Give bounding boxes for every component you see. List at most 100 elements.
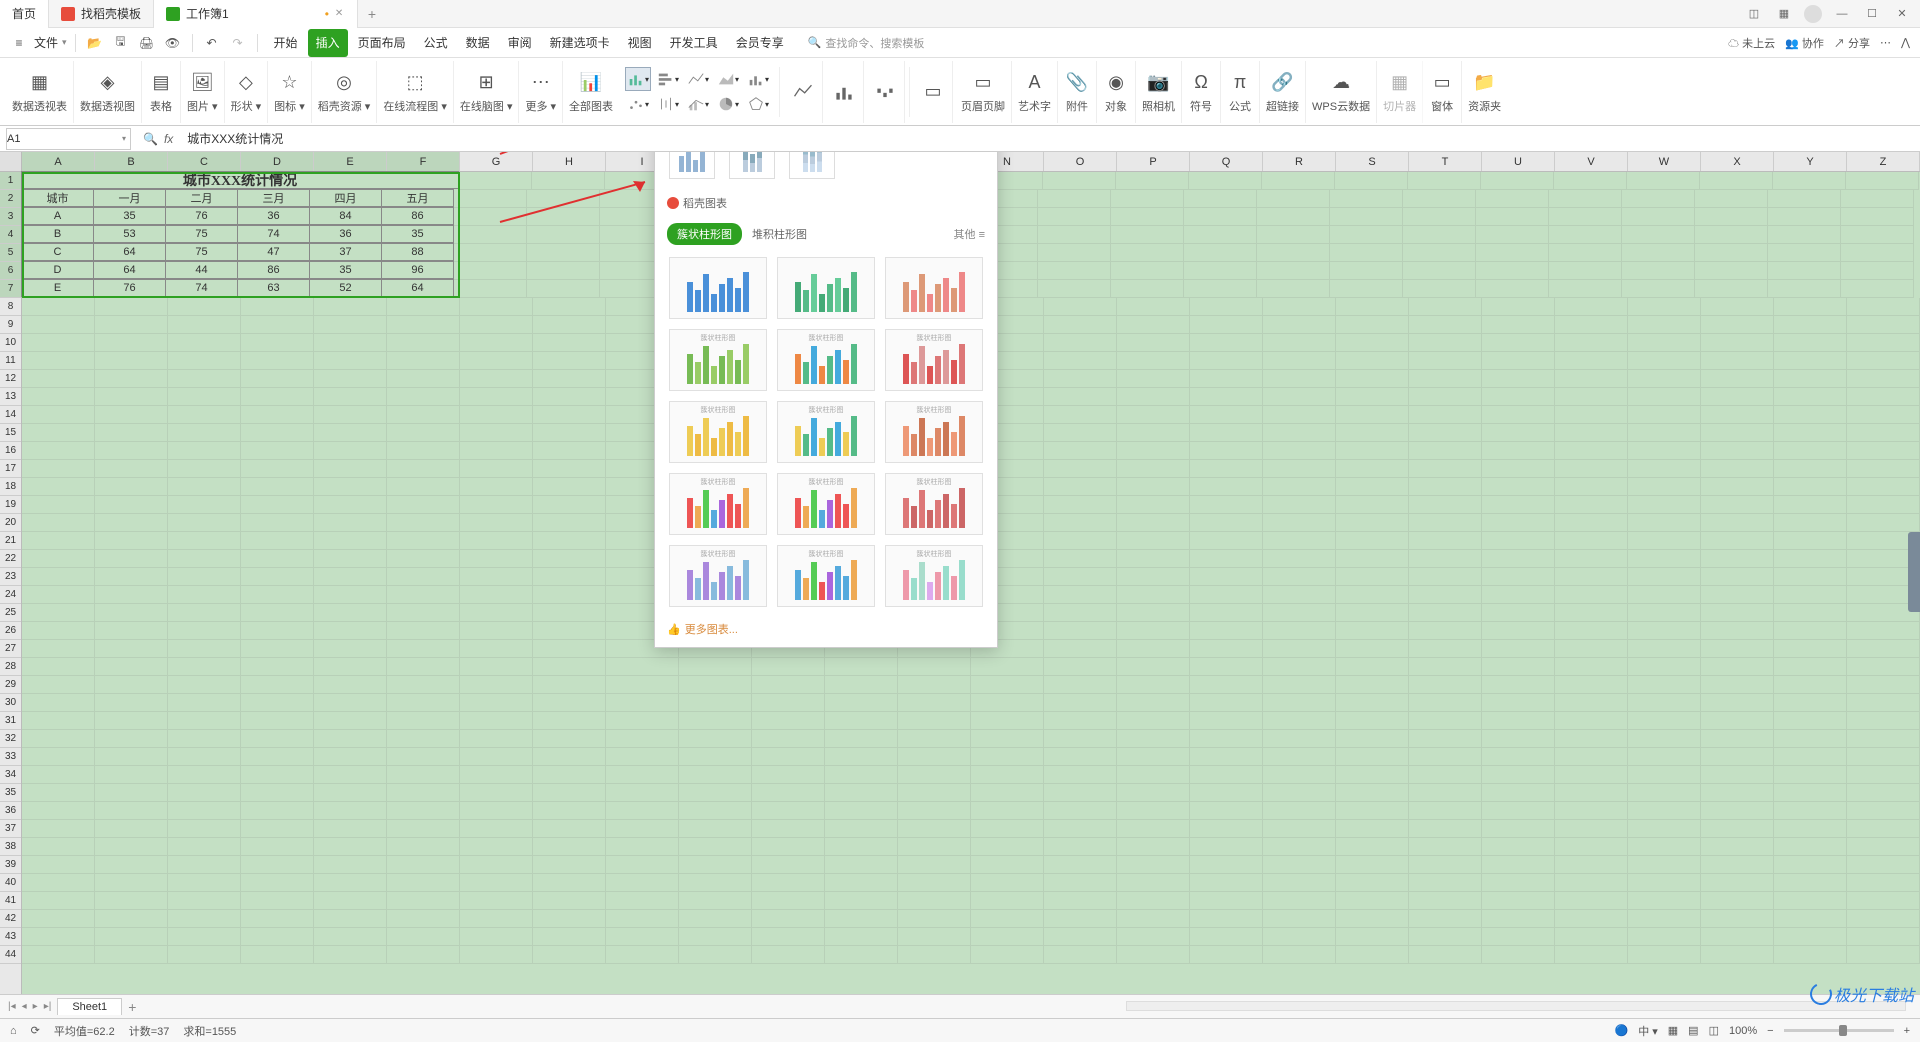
cell-D16[interactable] xyxy=(241,442,314,460)
cell-S35[interactable] xyxy=(1336,784,1409,802)
cell-G16[interactable] xyxy=(460,442,533,460)
cell-S16[interactable] xyxy=(1336,442,1409,460)
cell-V44[interactable] xyxy=(1555,946,1628,964)
cell-R28[interactable] xyxy=(1263,658,1336,676)
cell-N30[interactable] xyxy=(971,694,1044,712)
row-header-33[interactable]: 33 xyxy=(0,748,21,766)
cell-U39[interactable] xyxy=(1482,856,1555,874)
cell-B8[interactable] xyxy=(95,298,168,316)
cell-P42[interactable] xyxy=(1117,910,1190,928)
cell-P18[interactable] xyxy=(1117,478,1190,496)
cell-E10[interactable] xyxy=(314,334,387,352)
cell-B15[interactable] xyxy=(95,424,168,442)
cell-S38[interactable] xyxy=(1336,838,1409,856)
cell-B36[interactable] xyxy=(95,802,168,820)
cell-Y43[interactable] xyxy=(1774,928,1847,946)
cell-V19[interactable] xyxy=(1555,496,1628,514)
cell-T26[interactable] xyxy=(1409,622,1482,640)
cell-O8[interactable] xyxy=(1044,298,1117,316)
cell-S5[interactable] xyxy=(1330,244,1403,262)
ribbon-超链接[interactable]: 🔗超链接 xyxy=(1260,61,1306,123)
close-icon[interactable]: ✕ xyxy=(335,8,345,19)
cell-Y2[interactable] xyxy=(1768,190,1841,208)
cell-W30[interactable] xyxy=(1628,694,1701,712)
cell-A44[interactable] xyxy=(22,946,95,964)
hamburger-icon[interactable]: ≡ xyxy=(8,32,30,54)
cell-S30[interactable] xyxy=(1336,694,1409,712)
cell-J38[interactable] xyxy=(679,838,752,856)
cell-V9[interactable] xyxy=(1555,316,1628,334)
cell-Q18[interactable] xyxy=(1190,478,1263,496)
cell-W2[interactable] xyxy=(1622,190,1695,208)
cell-P22[interactable] xyxy=(1117,550,1190,568)
cell-C18[interactable] xyxy=(168,478,241,496)
cell-Q15[interactable] xyxy=(1190,424,1263,442)
cell-U42[interactable] xyxy=(1482,910,1555,928)
cell-H6[interactable] xyxy=(527,262,600,280)
ribbon-表格[interactable]: ▤表格 xyxy=(142,61,181,123)
ribbon-在线脑图[interactable]: ⊞在线脑图 ▾ xyxy=(454,61,520,123)
cell-B42[interactable] xyxy=(95,910,168,928)
cell-H25[interactable] xyxy=(533,604,606,622)
cell-Q30[interactable] xyxy=(1190,694,1263,712)
cell-P36[interactable] xyxy=(1117,802,1190,820)
cell-E44[interactable] xyxy=(314,946,387,964)
cell-D44[interactable] xyxy=(241,946,314,964)
cell-C16[interactable] xyxy=(168,442,241,460)
cell-P10[interactable] xyxy=(1117,334,1190,352)
cell-A18[interactable] xyxy=(22,478,95,496)
cell-F34[interactable] xyxy=(387,766,460,784)
cell-E37[interactable] xyxy=(314,820,387,838)
cell-N28[interactable] xyxy=(971,658,1044,676)
cell-J44[interactable] xyxy=(679,946,752,964)
cell-T6[interactable] xyxy=(1403,262,1476,280)
cell-I34[interactable] xyxy=(606,766,679,784)
cell-H8[interactable] xyxy=(533,298,606,316)
cell-D36[interactable] xyxy=(241,802,314,820)
cell-F4[interactable]: 35 xyxy=(381,225,454,243)
cell-L41[interactable] xyxy=(825,892,898,910)
cell-X3[interactable] xyxy=(1695,208,1768,226)
cell-S24[interactable] xyxy=(1336,586,1409,604)
cell-R14[interactable] xyxy=(1263,406,1336,424)
cell-N40[interactable] xyxy=(971,874,1044,892)
cell-D6[interactable]: 86 xyxy=(237,261,310,279)
chart-thumb-3[interactable]: 簇状柱形图 xyxy=(669,329,767,391)
ribbon-公式[interactable]: π公式 xyxy=(1221,61,1260,123)
cell-J31[interactable] xyxy=(679,712,752,730)
cell-O25[interactable] xyxy=(1044,604,1117,622)
cell-P6[interactable] xyxy=(1111,262,1184,280)
cell-E5[interactable]: 37 xyxy=(309,243,382,261)
cell-U17[interactable] xyxy=(1482,460,1555,478)
cell-C22[interactable] xyxy=(168,550,241,568)
cell-R39[interactable] xyxy=(1263,856,1336,874)
cell-C23[interactable] xyxy=(168,568,241,586)
cell-Y17[interactable] xyxy=(1774,460,1847,478)
ribbon-WPS云数据[interactable]: ☁WPS云数据 xyxy=(1306,61,1377,123)
cell-P9[interactable] xyxy=(1117,316,1190,334)
cell-T13[interactable] xyxy=(1409,388,1482,406)
cell-V33[interactable] xyxy=(1555,748,1628,766)
cell-E9[interactable] xyxy=(314,316,387,334)
cell-X16[interactable] xyxy=(1701,442,1774,460)
cell-I31[interactable] xyxy=(606,712,679,730)
cell-Y11[interactable] xyxy=(1774,352,1847,370)
cell-K38[interactable] xyxy=(752,838,825,856)
cell-C12[interactable] xyxy=(168,370,241,388)
cell-B29[interactable] xyxy=(95,676,168,694)
col-header-P[interactable]: P xyxy=(1117,152,1190,171)
cell-S12[interactable] xyxy=(1336,370,1409,388)
chart-thumb-0[interactable] xyxy=(669,257,767,319)
cell-H27[interactable] xyxy=(533,640,606,658)
cell-Y19[interactable] xyxy=(1774,496,1847,514)
menu-tab-2[interactable]: 页面布局 xyxy=(350,29,414,57)
cell-U33[interactable] xyxy=(1482,748,1555,766)
cell-S15[interactable] xyxy=(1336,424,1409,442)
cell-O37[interactable] xyxy=(1044,820,1117,838)
cell-L44[interactable] xyxy=(825,946,898,964)
cell-P30[interactable] xyxy=(1117,694,1190,712)
cell-G37[interactable] xyxy=(460,820,533,838)
cell-A35[interactable] xyxy=(22,784,95,802)
row-header-6[interactable]: 6 xyxy=(0,262,21,280)
cell-R37[interactable] xyxy=(1263,820,1336,838)
